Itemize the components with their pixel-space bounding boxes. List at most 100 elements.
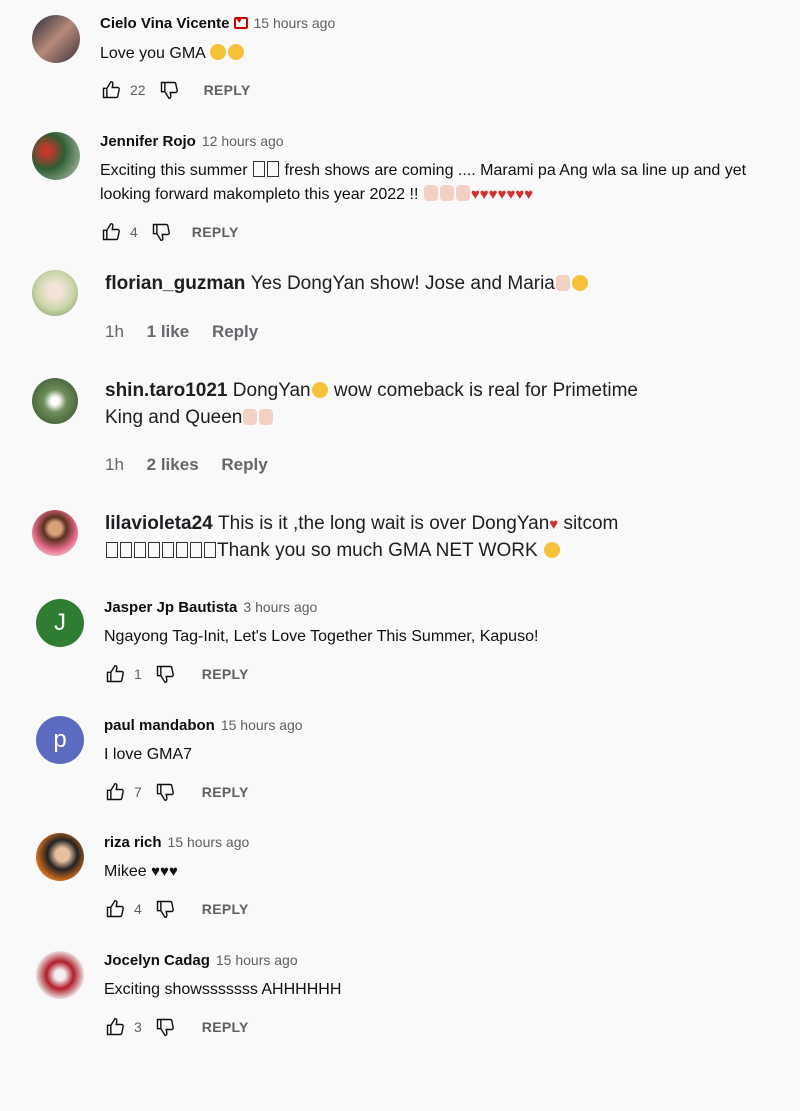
thumbs-down-icon[interactable] [154, 898, 176, 920]
comment-body-line2: Thank you so much GMA NET WORK [217, 540, 538, 561]
comment-body: Ngayong Tag-Init, Let's Love Together Th… [104, 628, 539, 645]
comment-body: Exciting this summer [100, 162, 248, 179]
avatar-initial: J [54, 609, 66, 636]
reply-button[interactable]: REPLY [202, 901, 249, 917]
comment-time[interactable]: 15 hours ago [221, 717, 303, 733]
comment-time[interactable]: 15 hours ago [216, 952, 298, 968]
comment-text: Exciting showsssssss AHHHHHH [104, 978, 341, 1001]
avatar[interactable]: J [36, 599, 84, 647]
author-name[interactable]: florian_guzman [105, 273, 245, 294]
author-name[interactable]: shin.taro1021 [105, 380, 228, 401]
comment-time[interactable]: 1h [105, 322, 124, 341]
comment-time[interactable]: 3 hours ago [243, 599, 317, 615]
comment-author: Jasper Jp Bautista 3 hours ago [104, 599, 317, 616]
kiss-emoji-icon [228, 44, 245, 60]
avatar[interactable] [32, 15, 80, 63]
comment-time[interactable]: 12 hours ago [202, 133, 284, 149]
comment-time[interactable]: 15 hours ago [254, 15, 336, 31]
thumbs-up-icon[interactable] [100, 221, 122, 243]
heart-eyes-emoji-icon [311, 382, 328, 398]
avatar[interactable] [32, 510, 78, 556]
comment-body: I love GMA7 [104, 746, 193, 763]
comment-time[interactable]: 15 hours ago [168, 834, 250, 850]
reply-button[interactable]: REPLY [202, 1019, 249, 1035]
reply-button[interactable]: Reply [221, 455, 267, 474]
person-emoji-icon [455, 185, 470, 201]
thumbs-down-icon[interactable] [154, 1016, 176, 1038]
comment-text: Ngayong Tag-Init, Let's Love Together Th… [104, 625, 538, 648]
thumbs-up-icon[interactable] [104, 663, 126, 685]
reply-button[interactable]: REPLY [192, 224, 239, 240]
like-count[interactable]: 1 like [147, 322, 190, 341]
missing-glyph-icon [162, 542, 174, 558]
like-count[interactable]: 2 likes [147, 455, 199, 474]
comment-line2: Thank you so much GMA NET WORK [105, 540, 561, 562]
avatar[interactable]: p [36, 716, 84, 764]
comment-body-line2: looking forward makompleto this year 202… [100, 186, 419, 203]
like-count: 4 [134, 901, 142, 917]
like-count: 4 [130, 224, 138, 240]
comment-actions: 4 REPLY [100, 221, 239, 243]
thumbs-down-icon[interactable] [158, 79, 180, 101]
thumbs-down-icon[interactable] [154, 781, 176, 803]
comment-text: Exciting this summer fresh shows are com… [100, 159, 746, 182]
thumbs-up-icon[interactable] [100, 79, 122, 101]
comment-line: lilavioleta24 This is it ,the long wait … [105, 513, 618, 535]
avatar[interactable] [36, 951, 84, 999]
reply-button[interactable]: Reply [212, 322, 258, 341]
comment-actions: 7 REPLY [104, 781, 249, 803]
missing-glyph-icon [204, 542, 216, 558]
comment-actions: 1h 1 like Reply [105, 322, 276, 342]
heart-badge-icon [233, 15, 248, 29]
missing-glyph-icon [267, 161, 280, 177]
comment-line2: King and Queen [105, 407, 274, 429]
author-name[interactable]: Jennifer Rojo [100, 133, 196, 150]
comment-body: Exciting showsssssss AHHHHHH [104, 981, 342, 998]
thumbs-down-icon[interactable] [150, 221, 172, 243]
author-name[interactable]: riza rich [104, 834, 162, 851]
author-name[interactable]: Jocelyn Cadag [104, 952, 210, 969]
comment-body: Mikee [104, 863, 147, 880]
author-name[interactable]: lilavioleta24 [105, 513, 213, 534]
person-emoji-icon [423, 185, 438, 201]
comment-text: Love you GMA [100, 42, 245, 65]
avatar[interactable] [36, 833, 84, 881]
like-count: 7 [134, 784, 142, 800]
like-count: 1 [134, 666, 142, 682]
comment-author: riza rich 15 hours ago [104, 834, 249, 851]
like-count: 22 [130, 82, 146, 98]
comment-time[interactable]: 1h [105, 455, 124, 474]
thumbs-up-icon[interactable] [104, 781, 126, 803]
red-heart-icon: ♥♥♥♥♥♥♥ [470, 186, 534, 203]
comment-text-line2: looking forward makompleto this year 202… [100, 183, 533, 206]
hand-emoji-icon [243, 409, 258, 425]
comment-actions: 4 REPLY [104, 898, 249, 920]
comment-body: This is it ,the long wait is over DongYa… [218, 513, 550, 534]
reply-button[interactable]: REPLY [202, 666, 249, 682]
reply-button[interactable]: REPLY [202, 784, 249, 800]
missing-glyph-icon [106, 542, 118, 558]
avatar[interactable] [32, 132, 80, 180]
reply-button[interactable]: REPLY [204, 82, 251, 98]
smile-emoji-icon [571, 275, 588, 291]
thumbs-down-icon[interactable] [154, 663, 176, 685]
person-emoji-icon [439, 185, 454, 201]
avatar[interactable] [32, 378, 78, 424]
hand-emoji-icon [555, 275, 570, 291]
comment-text: I love GMA7 [104, 743, 192, 766]
comment-body-cont: wow comeback is real for Primetime [333, 380, 638, 401]
comment-author: Jocelyn Cadag 15 hours ago [104, 952, 298, 969]
missing-glyph-icon [253, 161, 266, 177]
thumbs-up-icon[interactable] [104, 898, 126, 920]
avatar[interactable] [32, 270, 78, 316]
comment-actions: 3 REPLY [104, 1016, 249, 1038]
author-name[interactable]: Cielo Vina Vicente [100, 15, 230, 32]
comment-body: Love you GMA [100, 45, 205, 62]
hearts-emoji-icon: ♥ [549, 516, 559, 533]
comment-actions: 22 REPLY [100, 79, 250, 101]
author-name[interactable]: Jasper Jp Bautista [104, 599, 237, 616]
comment-body: DongYan [232, 380, 311, 401]
thumbs-up-icon[interactable] [104, 1016, 126, 1038]
author-name[interactable]: paul mandabon [104, 717, 215, 734]
missing-glyph-icon [120, 542, 132, 558]
